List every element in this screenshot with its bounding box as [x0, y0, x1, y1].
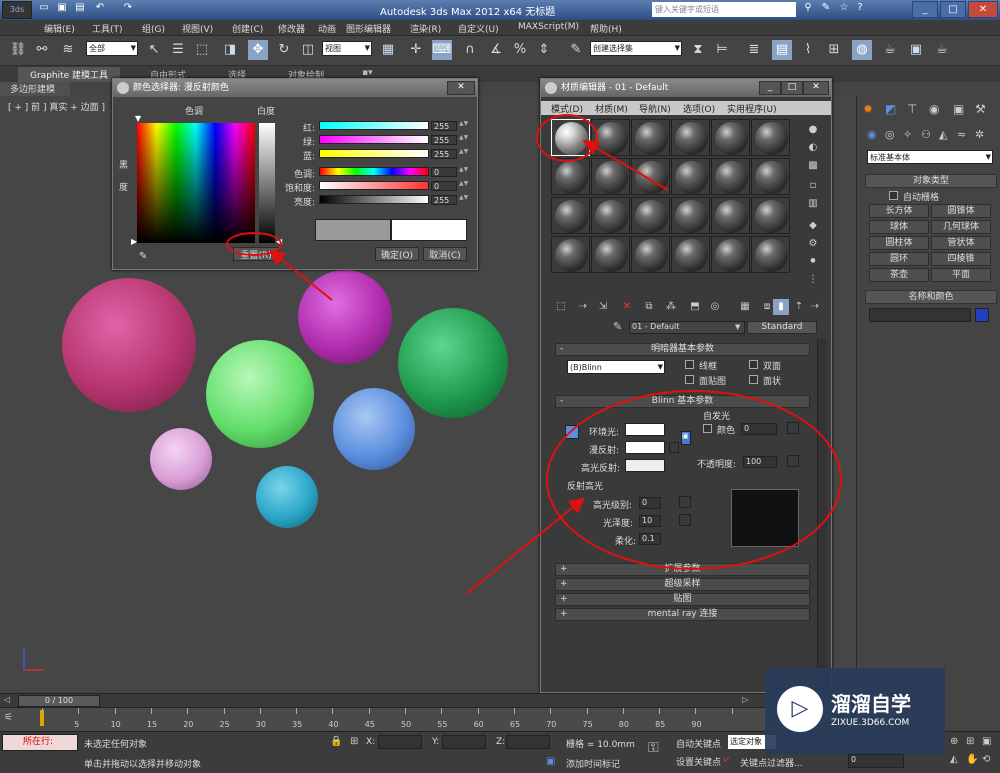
- timeline-tick: [622, 708, 624, 714]
- timeline-tick-label: 65: [509, 720, 521, 729]
- zoom-extents-icon[interactable]: ▣: [982, 736, 991, 747]
- zoom-icon[interactable]: ⊕: [950, 736, 958, 747]
- timeline-tick: [550, 708, 552, 714]
- annotation-arrows: [268, 139, 669, 595]
- timeline-tick-label: 70: [546, 720, 557, 729]
- timeline-tick-label: 25: [219, 720, 230, 729]
- z-label: Z:: [496, 737, 506, 747]
- pan-icon[interactable]: ✋: [966, 754, 978, 765]
- timeline-tick: [78, 708, 80, 714]
- timeline-tick-label: 15: [146, 720, 158, 729]
- timeline-tick: [695, 708, 697, 714]
- next-frame-icon[interactable]: ▷: [742, 695, 754, 706]
- orbit-icon[interactable]: ⟲: [982, 754, 990, 765]
- timeline-tick: [259, 708, 261, 714]
- timeline-tick: [731, 708, 733, 714]
- add-time-tag[interactable]: 添加时间标记: [566, 757, 620, 770]
- set-key-button[interactable]: 设置关键点: [676, 755, 721, 768]
- y-coord-field[interactable]: [442, 735, 486, 749]
- key-filters-button[interactable]: 关键点过滤器...: [740, 756, 803, 769]
- x-label: X:: [366, 737, 376, 747]
- timeline-tick-label: 75: [582, 720, 593, 729]
- timeline-tick: [368, 708, 370, 714]
- timeline-tick: [659, 708, 661, 714]
- zoom-all-icon[interactable]: ⊞: [966, 736, 974, 747]
- timeline-tick-label: 80: [618, 720, 629, 729]
- time-slider-thumb[interactable]: 0 / 100: [18, 695, 100, 707]
- maxscript-listener[interactable]: 所在行:: [2, 734, 78, 751]
- timeline-tick: [187, 708, 189, 714]
- auto-key-button[interactable]: 自动关键点: [676, 737, 721, 750]
- selection-status: 未选定任何对象: [84, 740, 148, 750]
- timeline-tick-label: 20: [183, 720, 194, 729]
- timeline-tick-label: 55: [437, 720, 448, 729]
- timeline-tick: [586, 708, 588, 714]
- timeline-tick-label: 30: [255, 720, 266, 729]
- lock-selection-icon[interactable]: 🔒: [330, 736, 342, 747]
- timeline-tick: [42, 708, 43, 714]
- timeline-tick: [296, 708, 298, 714]
- x-coord-field[interactable]: [378, 735, 422, 749]
- timeline-tick: [441, 708, 443, 714]
- timeline-tick: [477, 708, 479, 714]
- timeline-tick-label: 85: [655, 720, 666, 729]
- timeline-tick-label: 40: [328, 720, 339, 729]
- timeline-tick-label: 45: [364, 720, 375, 729]
- fov-icon[interactable]: ◭: [950, 754, 958, 765]
- timeline-tick-label: 35: [292, 720, 303, 729]
- watermark-url: ZIXUE.3D66.COM: [831, 718, 910, 728]
- timeline-tick: [405, 708, 406, 714]
- prev-frame-icon[interactable]: ◁: [4, 695, 16, 706]
- set-key-icon[interactable]: ⩗: [724, 754, 730, 765]
- key-mode-icon[interactable]: ⚿: [648, 740, 659, 756]
- timeline-tick: [150, 708, 152, 714]
- timeline-tick-label: 90: [691, 720, 702, 729]
- timeline-tick-label: 60: [473, 720, 484, 729]
- prompt-line: 单击并拖动以选择并移动对象: [84, 760, 202, 770]
- y-label: Y:: [432, 737, 440, 747]
- timeline-tick: [332, 708, 334, 714]
- timeline-tick-label: 50: [401, 720, 412, 729]
- watermark: ▷ 溜溜自学 ZIXUE.3D66.COM: [765, 668, 945, 754]
- mini-curve-editor-icon[interactable]: ⚟: [4, 712, 13, 723]
- current-frame-field[interactable]: 0: [848, 754, 904, 768]
- absolute-mode-icon[interactable]: ⊞: [350, 736, 358, 747]
- timeline-tick-label: 10: [110, 720, 121, 729]
- grid-size: 栅格 = 10.0mm: [566, 740, 635, 750]
- time-slider-track[interactable]: ◁ 0 / 100 ▷: [0, 693, 765, 707]
- watermark-brand: 溜溜自学: [831, 692, 911, 716]
- z-coord-field[interactable]: [506, 735, 550, 749]
- timeline-tick-label: 5: [74, 720, 80, 729]
- time-tag-icon[interactable]: ▣: [546, 756, 555, 767]
- timeline-tick: [114, 708, 116, 714]
- watermark-logo-icon: ▷: [777, 686, 823, 732]
- timeline-tick: [513, 708, 515, 714]
- timeline-tick: [223, 708, 225, 714]
- track-bar[interactable]: ⚟ 5 10 15 20 25 30 35 40 45 50 55 60 65 70 75 80 85 90: [0, 707, 765, 731]
